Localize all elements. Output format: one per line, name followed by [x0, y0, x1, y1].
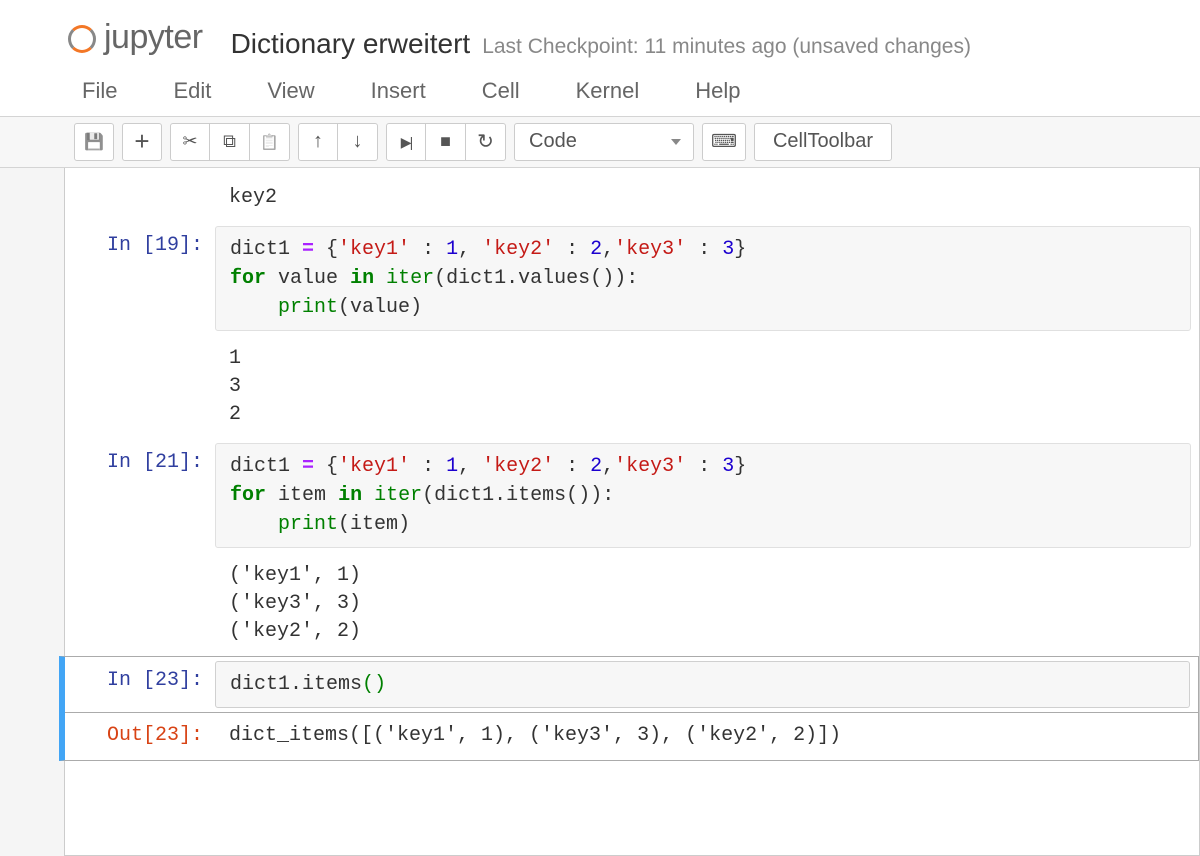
arrow-down-icon: [353, 130, 363, 153]
plus-icon: [134, 126, 149, 157]
menu-file[interactable]: File: [74, 68, 125, 116]
output-23: dict_items([('key1', 1), ('key3', 3), ('…: [215, 716, 1190, 756]
menu-insert[interactable]: Insert: [363, 68, 434, 116]
code-input-23[interactable]: dict1.items(): [215, 661, 1190, 708]
menu-view[interactable]: View: [259, 68, 322, 116]
cut-button[interactable]: [170, 123, 210, 161]
prompt-empty: [65, 178, 215, 218]
paste-icon: [260, 131, 279, 152]
paste-button[interactable]: [250, 123, 290, 161]
keyboard-icon: [711, 131, 737, 152]
code-input-19[interactable]: dict1 = {'key1' : 1, 'key2' : 2,'key3' :…: [215, 226, 1191, 331]
interrupt-button[interactable]: [426, 123, 466, 161]
notebook-title[interactable]: Dictionary erweitert: [231, 28, 471, 60]
notebook-checkpoint: Last Checkpoint: 11 minutes ago (unsaved…: [482, 35, 971, 59]
chevron-down-icon: [671, 139, 681, 145]
save-button[interactable]: [74, 123, 114, 161]
move-up-button[interactable]: [298, 123, 338, 161]
cell-21-output: ('key1', 1) ('key3', 3) ('key2', 2): [65, 552, 1199, 656]
cell-19-output: 1 3 2: [65, 335, 1199, 439]
celltoolbar-button[interactable]: CellToolbar: [754, 123, 892, 161]
in-prompt-23: In [23]:: [65, 661, 215, 708]
move-down-button[interactable]: [338, 123, 378, 161]
menu-help[interactable]: Help: [687, 68, 748, 116]
celltype-select-value: Code: [529, 130, 577, 153]
run-button[interactable]: [386, 123, 426, 161]
cell-prev-output: key2: [65, 174, 1199, 222]
arrow-up-icon: [313, 130, 323, 153]
copy-icon: [223, 131, 236, 152]
output-21: ('key1', 1) ('key3', 3) ('key2', 2): [215, 556, 1191, 652]
prompt-empty: [65, 556, 215, 652]
output-prev: key2: [215, 178, 1191, 218]
cell-23[interactable]: In [23]: dict1.items(): [59, 656, 1199, 713]
cell-21[interactable]: In [21]: dict1 = {'key1' : 1, 'key2' : 2…: [65, 439, 1199, 552]
notebook-container[interactable]: key2 In [19]: dict1 = {'key1' : 1, 'key2…: [0, 168, 1200, 856]
cell-23-output-row: Out[23]: dict_items([('key1', 1), ('key3…: [59, 712, 1199, 761]
out-prompt-23: Out[23]:: [65, 716, 215, 756]
stop-icon: [440, 131, 451, 152]
menu-edit[interactable]: Edit: [165, 68, 219, 116]
save-icon: [84, 131, 104, 152]
code-input-21[interactable]: dict1 = {'key1' : 1, 'key2' : 2,'key3' :…: [215, 443, 1191, 548]
menu-kernel[interactable]: Kernel: [568, 68, 648, 116]
notebook-title-wrap: Dictionary erweitert Last Checkpoint: 11…: [231, 28, 971, 60]
prompt-empty: [65, 339, 215, 435]
in-prompt-19: In [19]:: [65, 226, 215, 331]
notebook: key2 In [19]: dict1 = {'key1' : 1, 'key2…: [64, 168, 1200, 856]
jupyter-logo[interactable]: jupyter: [68, 18, 203, 57]
in-prompt-21: In [21]:: [65, 443, 215, 548]
cell-19[interactable]: In [19]: dict1 = {'key1' : 1, 'key2' : 2…: [65, 222, 1199, 335]
restart-button[interactable]: [466, 123, 506, 161]
toolbar: Code CellToolbar: [0, 117, 1200, 168]
menubar: File Edit View Insert Cell Kernel Help: [0, 68, 1200, 117]
restart-icon: [477, 129, 494, 154]
command-palette-button[interactable]: [702, 123, 746, 161]
insert-cell-button[interactable]: [122, 123, 162, 161]
cut-icon: [182, 131, 197, 152]
menu-cell[interactable]: Cell: [474, 68, 528, 116]
jupyter-logo-text: jupyter: [104, 18, 203, 57]
run-icon: [401, 131, 411, 152]
output-19: 1 3 2: [215, 339, 1191, 435]
jupyter-logo-icon: [68, 25, 96, 53]
celltype-select[interactable]: Code: [514, 123, 694, 161]
copy-button[interactable]: [210, 123, 250, 161]
header: jupyter Dictionary erweitert Last Checkp…: [0, 0, 1200, 68]
